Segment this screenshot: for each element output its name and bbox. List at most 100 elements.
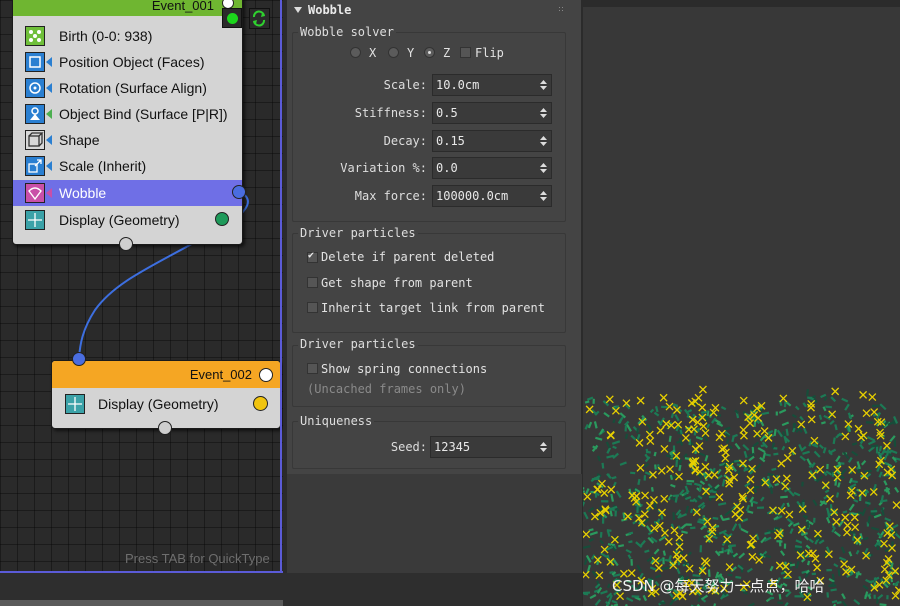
particle-marker	[740, 431, 748, 440]
operator-display[interactable]: Display (Geometry)	[13, 207, 242, 233]
leaf-particle	[760, 496, 765, 502]
axis-x-radio[interactable]	[350, 47, 361, 58]
operator-shape[interactable]: Shape	[13, 127, 242, 153]
horizontal-scrollbar[interactable]	[0, 600, 283, 606]
flip-label: Flip	[475, 46, 504, 60]
operator-object-bind[interactable]: Object Bind (Surface [P|R])	[13, 101, 242, 127]
operator-scale[interactable]: Scale (Inherit)	[13, 153, 242, 179]
leaf-particle	[583, 557, 588, 566]
event-002-input-port[interactable]	[72, 352, 86, 366]
leaf-particle	[609, 510, 613, 517]
leaf-particle	[595, 436, 603, 441]
enable-toggle-button[interactable]	[222, 8, 242, 28]
operator-label: Shape	[59, 132, 100, 148]
leaf-particle	[698, 484, 702, 492]
variation-spinner[interactable]: 0.0	[432, 157, 552, 179]
leaf-particle	[703, 434, 709, 442]
axis-z-label: Z	[443, 46, 451, 60]
operator-display[interactable]: Display (Geometry)	[52, 391, 280, 417]
axis-y-radio[interactable]	[388, 47, 399, 58]
delete-if-parent-deleted-checkbox[interactable]: ✔	[307, 250, 318, 263]
3d-viewport[interactable]	[583, 0, 900, 606]
leaf-particle	[594, 598, 602, 606]
particle-marker	[859, 390, 868, 399]
leaf-particle	[799, 455, 807, 462]
event-002-header[interactable]: Event_002	[52, 361, 280, 388]
particle-marker	[666, 465, 674, 474]
leaf-particle	[840, 468, 847, 476]
rollout-header[interactable]: Wobble	[287, 0, 581, 20]
spinner-arrows-icon[interactable]	[540, 162, 547, 174]
group-title: Driver particles	[298, 226, 418, 240]
leaf-particle	[724, 426, 731, 431]
event-001-output-port[interactable]	[119, 237, 133, 251]
particle-marker	[882, 441, 891, 450]
get-shape-from-parent-checkbox[interactable]	[307, 277, 318, 288]
stiffness-spinner[interactable]: 0.5	[432, 102, 552, 124]
particle-marker	[880, 539, 888, 548]
leaf-particle	[716, 474, 723, 480]
leaf-particle	[833, 530, 841, 538]
driver-particles-group	[292, 345, 566, 407]
leaf-particle	[808, 538, 814, 544]
spinner-arrows-icon[interactable]	[540, 441, 547, 453]
leaf-particle	[628, 531, 634, 535]
operator-label: Birth (0-0: 938)	[59, 28, 153, 44]
leaf-particle	[767, 472, 775, 477]
spinner-arrows-icon[interactable]	[540, 135, 547, 147]
leaf-particle	[777, 601, 784, 605]
particle-marker	[717, 429, 726, 438]
operator-birth[interactable]: Birth (0-0: 938)	[13, 23, 242, 49]
leaf-particle	[755, 533, 760, 541]
refresh-button[interactable]	[249, 8, 270, 29]
leaf-particle	[683, 489, 690, 496]
axis-z-radio[interactable]	[424, 47, 435, 58]
bulb-icon[interactable]	[259, 368, 273, 382]
leaf-particle	[706, 423, 711, 429]
leaf-particle	[803, 535, 809, 541]
event-002-output-port[interactable]	[158, 421, 172, 435]
event-001-node[interactable]: Event_001 Birth (0-0: 938) Position Obje…	[12, 0, 243, 245]
inherit-target-link-checkbox[interactable]	[307, 302, 318, 313]
leaf-particle	[833, 563, 839, 568]
leaf-particle	[743, 450, 748, 458]
particle-marker	[645, 430, 654, 439]
display-color-dot[interactable]	[253, 396, 268, 411]
leaf-particle	[698, 452, 706, 457]
operator-position-object[interactable]: Position Object (Faces)	[13, 49, 242, 75]
leaf-particle	[851, 442, 858, 446]
leaf-particle	[594, 410, 600, 416]
leaf-particle	[628, 540, 633, 544]
display-color-dot[interactable]	[215, 212, 229, 226]
leaf-particle	[607, 543, 616, 547]
particle-marker	[785, 510, 794, 519]
event-001-header[interactable]: Event_001	[13, 0, 242, 16]
max-force-spinner[interactable]: 100000.0cm	[432, 185, 552, 207]
drag-handle-icon[interactable]	[558, 6, 564, 12]
particle-marker	[843, 528, 851, 537]
particle-marker	[854, 424, 863, 433]
operator-wobble[interactable]: Wobble	[13, 180, 242, 206]
spinner-arrows-icon[interactable]	[540, 107, 547, 119]
show-spring-connections-checkbox[interactable]	[307, 363, 318, 374]
scale-spinner[interactable]: 10.0cm	[432, 74, 552, 96]
leaf-particle	[653, 451, 657, 457]
particle-marker	[649, 495, 658, 504]
leaf-particle	[783, 400, 787, 408]
wobble-output-port[interactable]	[232, 185, 246, 199]
leaf-particle	[661, 566, 670, 570]
flip-checkbox[interactable]	[460, 47, 471, 58]
leaf-particle	[821, 421, 826, 425]
spinner-arrows-icon[interactable]	[540, 79, 547, 91]
decay-spinner[interactable]: 0.15	[432, 130, 552, 152]
leaf-particle	[745, 504, 751, 512]
event-002-node[interactable]: Event_002 Display (Geometry)	[51, 360, 281, 429]
spinner-arrows-icon[interactable]	[540, 190, 547, 202]
display-icon	[25, 210, 45, 230]
leaf-particle	[697, 596, 702, 603]
leaf-particle	[840, 546, 846, 554]
seed-spinner[interactable]: 12345	[430, 436, 552, 458]
operator-rotation[interactable]: Rotation (Surface Align)	[13, 75, 242, 101]
particle-view-editor[interactable]: Event_001 Birth (0-0: 938) Position Obje…	[0, 0, 283, 572]
leaf-particle	[637, 478, 641, 486]
